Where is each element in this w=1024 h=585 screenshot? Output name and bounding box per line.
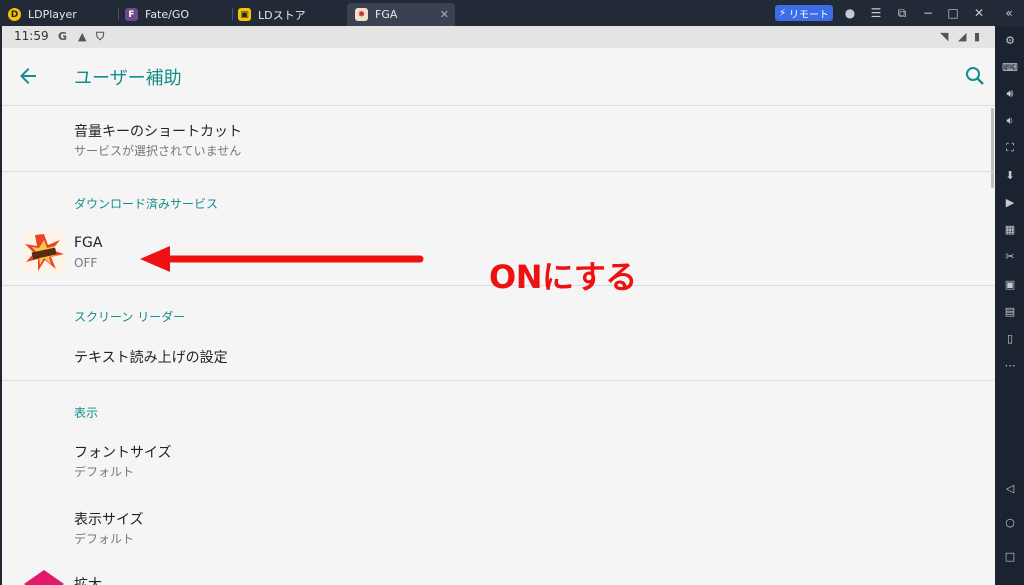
record-icon[interactable]: ▶	[1002, 194, 1018, 210]
close-icon[interactable]: ✕	[970, 4, 988, 22]
screen-icon[interactable]: ⧉	[893, 4, 911, 22]
volume-shortcut-title: 音量キーのショートカット	[74, 124, 242, 140]
shield-icon: ⛉	[96, 30, 105, 43]
settings-gear-icon[interactable]: ⚙	[1002, 32, 1018, 48]
display-size-subtitle: デフォルト	[74, 532, 135, 546]
tab-ldplayer[interactable]: D LDPlayer	[8, 3, 77, 26]
more-icon[interactable]: ⋯	[1002, 357, 1018, 373]
ldplayer-logo-icon: D	[8, 8, 21, 21]
tab-ld-store[interactable]: ▣ LDストア	[238, 3, 306, 26]
tab-close-icon[interactable]: ✕	[440, 8, 449, 21]
tab-fga-label: FGA	[375, 8, 398, 21]
fga-burst-graphic	[25, 234, 64, 271]
account-icon[interactable]: ●	[841, 4, 859, 22]
tab-ld-store-label: LDストア	[258, 8, 306, 22]
display-size-title: 表示サイズ	[74, 512, 144, 528]
operation-record-icon[interactable]: ▦	[1002, 221, 1018, 237]
shared-folder-icon[interactable]: ▤	[1002, 303, 1018, 319]
section-downloaded-services: ダウンロード済みサービス	[74, 197, 219, 211]
screenshot-icon[interactable]: ⛶	[1002, 140, 1018, 156]
magnify-icon	[24, 570, 64, 585]
nav-recents-icon[interactable]: □	[1002, 548, 1018, 564]
tab-separator	[118, 8, 119, 20]
fga-app-icon	[22, 230, 66, 274]
ld-store-icon: ▣	[238, 8, 251, 21]
section-display: 表示	[74, 406, 99, 420]
back-arrow-icon[interactable]	[16, 64, 40, 88]
app-bar: ユーザー補助	[2, 48, 995, 106]
status-time: 11:59	[14, 29, 49, 43]
apk-install-icon[interactable]: ⬇	[1002, 167, 1018, 183]
keyboard-map-icon[interactable]: ⌨	[1002, 59, 1018, 75]
minimize-icon[interactable]: −	[919, 4, 937, 22]
tab-fate-go[interactable]: F Fate/GO	[125, 3, 189, 26]
annotation-text: ONにする	[489, 258, 637, 296]
lightning-icon: ⚡	[778, 7, 787, 19]
wifi-icon: ◥	[940, 30, 949, 43]
volume-up-icon[interactable]: 🔊︎	[1002, 86, 1018, 102]
video-icon[interactable]: ▣	[1002, 276, 1018, 292]
remote-button-label: リモート	[789, 9, 830, 21]
rotate-icon[interactable]: ▯	[1002, 330, 1018, 346]
scissors-icon[interactable]: ✂	[1002, 248, 1018, 264]
fate-go-app-icon: F	[125, 8, 138, 21]
fga-app-icon: ✸	[355, 8, 368, 21]
font-size-subtitle: デフォルト	[74, 465, 135, 479]
tab-fga[interactable]: ✸ FGA ✕	[347, 3, 455, 26]
battery-icon: ▮	[974, 30, 981, 43]
tts-settings-title: テキスト読み上げの設定	[74, 350, 228, 366]
nav-back-icon[interactable]: ◁	[1002, 480, 1018, 496]
notification-icon: ▲	[78, 30, 87, 43]
nav-home-icon[interactable]: ○	[1002, 514, 1018, 530]
tab-fate-go-label: Fate/GO	[145, 8, 190, 21]
divider	[2, 380, 995, 381]
magnify-title: 拡大	[74, 577, 102, 585]
divider	[2, 171, 995, 172]
volume-down-icon[interactable]: 🔉︎	[1002, 113, 1018, 129]
volume-shortcut-subtitle: サービスが選択されていません	[74, 144, 242, 158]
window-titlebar: D LDPlayer F Fate/GO ▣ LDストア ✸ FGA ✕ ⚡ リ…	[0, 0, 1024, 26]
menu-icon[interactable]: ☰	[867, 4, 885, 22]
font-size-title: フォントサイズ	[74, 445, 172, 461]
maximize-icon[interactable]: □	[944, 4, 962, 22]
section-screen-reader: スクリーン リーダー	[74, 310, 186, 324]
fga-title: FGA	[74, 235, 103, 251]
android-status-bar: 11:59 G ▲ ⛉ ◥ ◢ ▮	[2, 26, 995, 48]
scrollbar[interactable]	[991, 108, 994, 188]
search-icon[interactable]	[963, 64, 987, 88]
collapse-sidebar-icon[interactable]: «	[1000, 4, 1018, 22]
google-icon: G	[58, 30, 68, 43]
emulator-sidebar: ⚙ ⌨ 🔊︎ 🔉︎ ⛶ ⬇ ▶ ▦ ✂ ▣ ▤ ▯ ⋯ ◁ ○ □	[996, 26, 1024, 585]
fga-status: OFF	[74, 256, 98, 270]
signal-icon: ◢	[958, 30, 967, 43]
page-title: ユーザー補助	[74, 68, 182, 89]
annotation-arrow	[140, 246, 424, 272]
remote-button[interactable]: ⚡ リモート	[775, 5, 833, 21]
android-screen: 11:59 G ▲ ⛉ ◥ ◢ ▮ ユーザー補助 音量キーのショートカット サー…	[2, 26, 995, 585]
tab-ldplayer-label: LDPlayer	[28, 8, 77, 21]
tab-separator	[232, 8, 233, 20]
